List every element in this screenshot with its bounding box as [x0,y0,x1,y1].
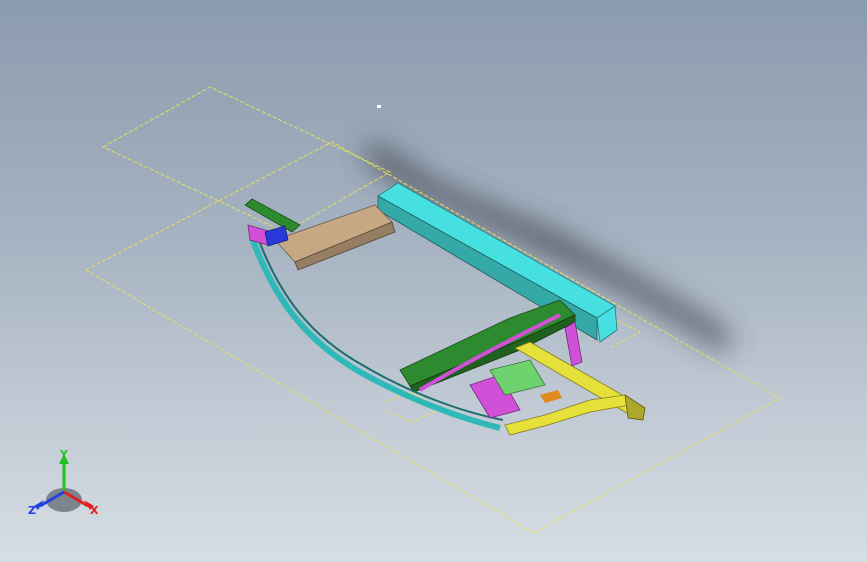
side-rail[interactable] [249,236,501,431]
coordinate-triad-icon[interactable]: Y X Z [24,448,104,528]
origin-marker [377,105,381,108]
triad-y-label: Y [59,448,69,461]
triad-x-label: X [90,504,99,517]
graphics-viewport[interactable]: Y X Z [0,0,867,562]
triad-z-label: Z [28,504,36,517]
model-scene[interactable] [0,0,867,562]
sketch-plane-top[interactable] [101,86,392,233]
orange-detail[interactable] [540,390,562,403]
